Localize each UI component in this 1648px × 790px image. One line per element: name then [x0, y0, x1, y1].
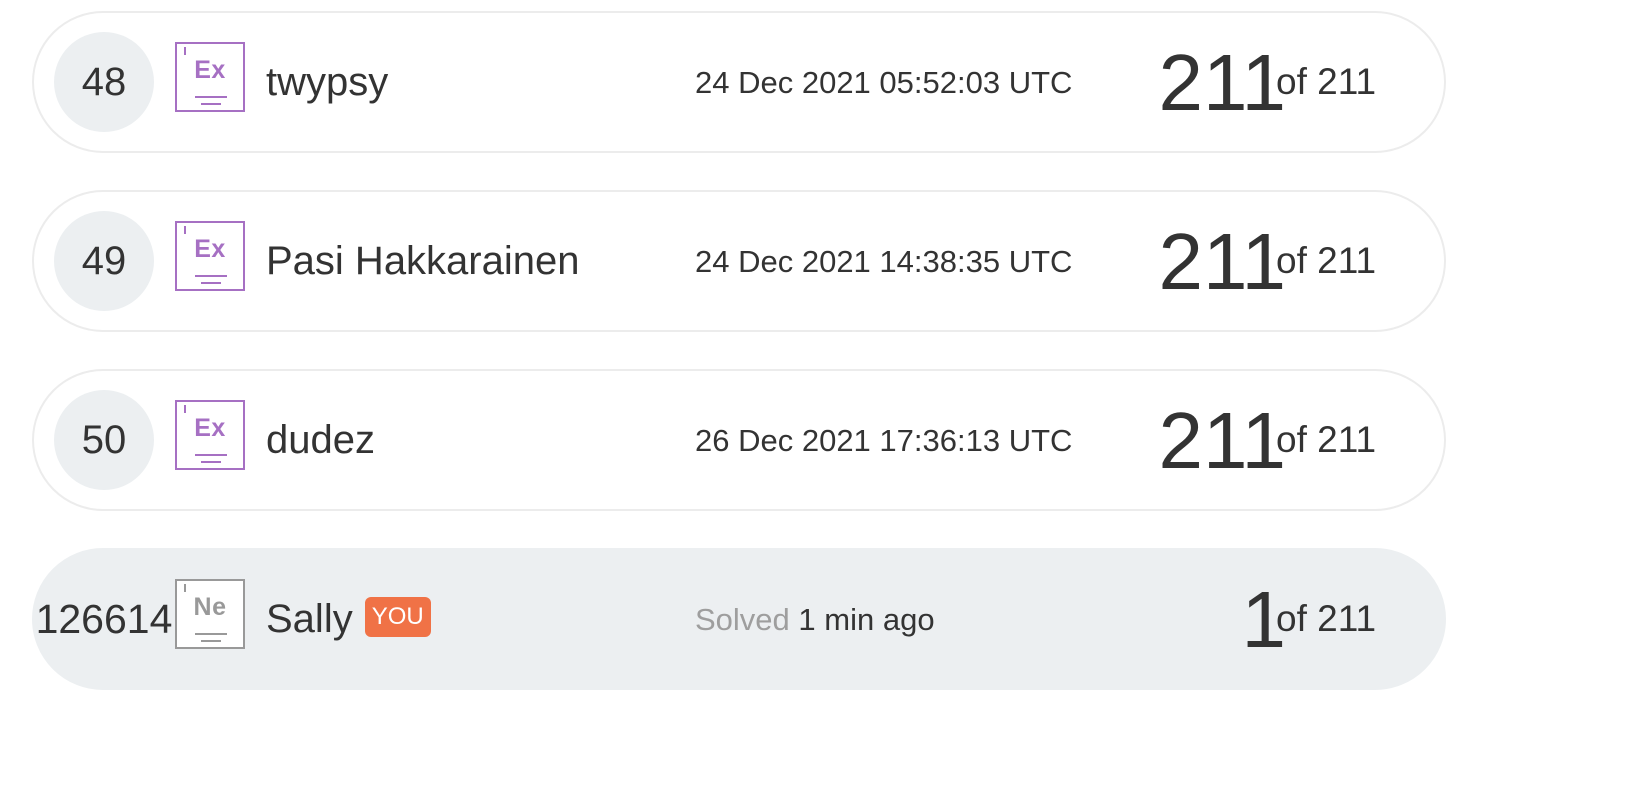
badge-symbol: Ex: [194, 414, 226, 442]
score-value: 211: [1158, 217, 1286, 306]
rank-number: 48: [54, 32, 154, 132]
score-total: of 211: [1276, 240, 1377, 281]
level-badge-icon: Ne: [175, 579, 245, 649]
rank-number: 50: [54, 390, 154, 490]
leaderboard-row: 48 Ex twypsy 24 Dec 2021 05:52:03 UTC 21…: [32, 11, 1446, 153]
solved-label: Solved: [695, 602, 790, 637]
solved-timestamp: 24 Dec 2021 14:38:35 UTC: [695, 244, 1073, 279]
leaderboard-row: 50 Ex dudez 26 Dec 2021 17:36:13 UTC 211…: [32, 369, 1446, 511]
username-link[interactable]: Pasi Hakkarainen: [266, 235, 580, 287]
score-total: of 211: [1276, 598, 1377, 639]
level-badge-icon: Ex: [175, 42, 245, 112]
rank-number: 49: [54, 211, 154, 311]
score-value: 211: [1158, 396, 1286, 485]
level-badge-icon: Ex: [175, 400, 245, 470]
level-badge-icon: Ex: [175, 221, 245, 291]
username-text: Sally: [266, 597, 353, 641]
score-total: of 211: [1276, 419, 1377, 460]
rank-number: 126614: [35, 596, 173, 642]
badge-symbol: Ne: [193, 593, 227, 621]
score-total: of 211: [1276, 61, 1377, 102]
badge-symbol: Ex: [194, 56, 226, 84]
solved-timestamp: 26 Dec 2021 17:36:13 UTC: [695, 423, 1073, 458]
solved-timestamp: 24 Dec 2021 05:52:03 UTC: [695, 65, 1073, 100]
leaderboard-row: 49 Ex Pasi Hakkarainen 24 Dec 2021 14:38…: [32, 190, 1446, 332]
current-user-row: 126614 Ne Sally YOU Solved 1 min ago 1 of…: [32, 548, 1446, 690]
badge-symbol: Ex: [194, 235, 226, 263]
username-link[interactable]: Sally YOU: [266, 593, 431, 645]
you-badge: YOU: [364, 597, 431, 638]
username-link[interactable]: dudez: [266, 414, 375, 466]
username-link[interactable]: twypsy: [266, 56, 388, 108]
solved-time: 1 min ago: [798, 602, 935, 637]
score-value: 211: [1158, 38, 1286, 127]
solved-status: Solved 1 min ago: [695, 600, 935, 640]
